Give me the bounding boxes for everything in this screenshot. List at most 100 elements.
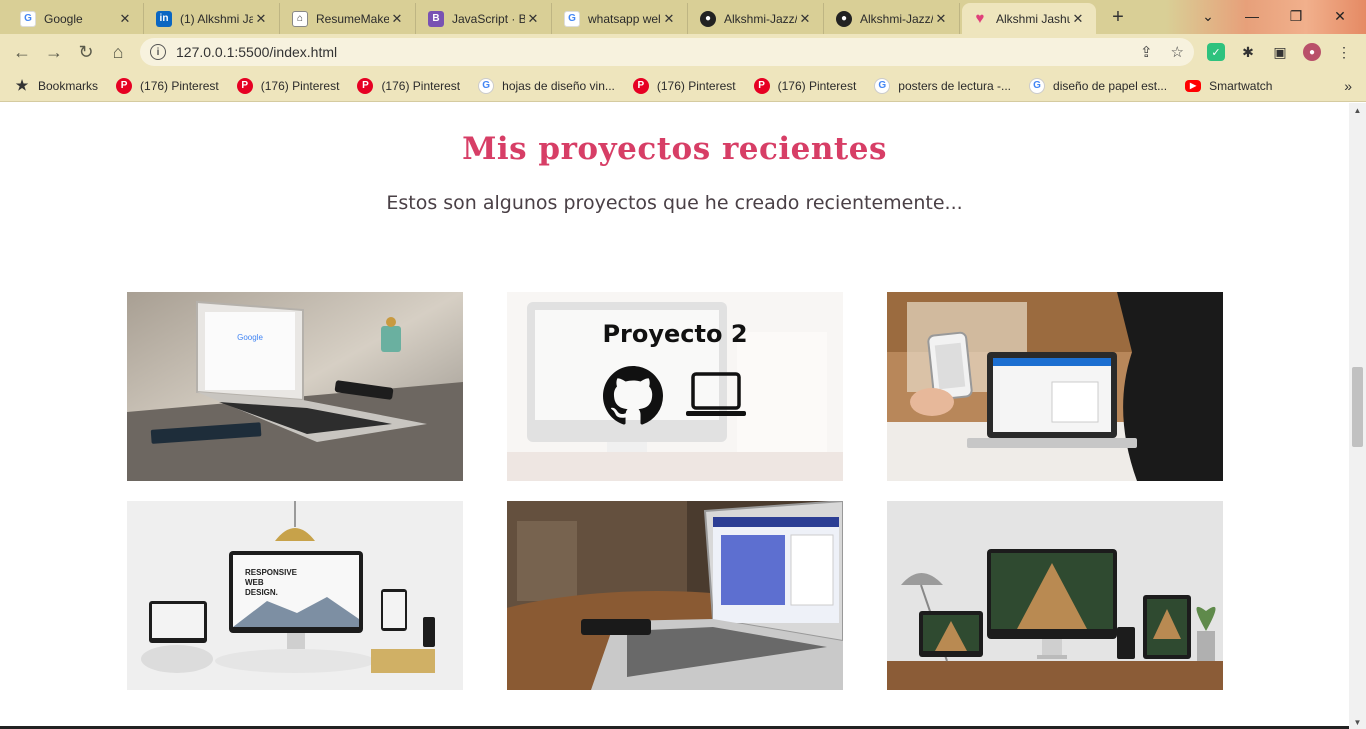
google-icon: G (1029, 77, 1046, 94)
puzzle-icon[interactable]: ✱ (1239, 43, 1257, 61)
bookmark-item[interactable]: P (176) Pinterest (236, 77, 340, 94)
tab-whatsapp-search[interactable]: G whatsapp wel ✕ (554, 3, 688, 34)
tab-portfolio-active[interactable]: ♥ Alkshmi Jashu ✕ (962, 3, 1096, 34)
close-icon[interactable]: ✕ (389, 11, 405, 27)
tab-title: ResumeMake (316, 11, 389, 26)
star-icon: ★ (15, 77, 29, 93)
project-card[interactable] (887, 292, 1223, 481)
pinterest-icon: P (632, 77, 649, 94)
bookmark-item[interactable]: G hojas de diseño vin... (478, 77, 615, 94)
project-card[interactable] (507, 501, 843, 690)
laptop-icon[interactable] (685, 371, 747, 421)
close-icon[interactable]: ✕ (253, 11, 269, 27)
bookmark-label: hojas de diseño vin... (502, 78, 615, 93)
tab-search-chevron-icon[interactable]: ⌄ (1186, 4, 1230, 28)
bookmarks-overflow-icon[interactable]: » (1344, 78, 1352, 94)
project-image-laptop-desk: Google (127, 292, 463, 481)
project-image-architecture-devices (887, 501, 1223, 690)
bookmark-item[interactable]: P (176) Pinterest (632, 77, 736, 94)
svg-text:WEB: WEB (245, 578, 264, 587)
share-icon[interactable]: ⇪ (1140, 43, 1153, 61)
google-icon: G (20, 10, 36, 27)
project-card[interactable]: RESPONSIVE WEB DESIGN. (127, 501, 463, 690)
bookmark-label: (176) Pinterest (381, 78, 461, 93)
site-info-icon[interactable]: i (150, 44, 166, 60)
close-icon[interactable]: ✕ (933, 11, 949, 27)
tab-strip: G Google ✕ in (1) Alkshmi Ja ✕ ⌂ ResumeM… (0, 0, 1366, 34)
close-icon[interactable]: ✕ (117, 11, 133, 27)
svg-text:DESIGN.: DESIGN. (245, 588, 278, 597)
forward-arrow-icon[interactable]: → (42, 40, 66, 64)
tab-title: Alkshmi-Jazz/ (860, 11, 933, 26)
pinterest-icon: P (357, 77, 374, 94)
linkedin-icon: in (156, 10, 172, 27)
project-hover-overlay: Proyecto 2 (507, 292, 843, 481)
bootstrap-icon: B (428, 10, 444, 27)
tab-title: (1) Alkshmi Ja (180, 11, 253, 26)
tab-title: Alkshmi-Jazz/ (724, 11, 797, 26)
youtube-icon: ▶ (1185, 79, 1202, 92)
tab-title: Google (44, 11, 83, 26)
project-image-responsive-devices: RESPONSIVE WEB DESIGN. (127, 501, 463, 690)
bookmark-label: (176) Pinterest (656, 78, 736, 93)
bookmark-label: Smartwatch (1209, 78, 1273, 93)
menu-kebab-icon[interactable]: ⋮ (1335, 43, 1353, 61)
project-title: Proyecto 2 (602, 319, 748, 348)
bookmark-item[interactable]: ▶ Smartwatch (1185, 79, 1272, 93)
scrollbar-thumb[interactable] (1352, 367, 1363, 447)
back-arrow-icon[interactable]: ← (10, 40, 34, 64)
bookmark-item[interactable]: G posters de lectura -... (874, 77, 1012, 94)
project-card[interactable] (887, 501, 1223, 690)
bookmark-item[interactable]: G diseño de papel est... (1029, 77, 1168, 94)
browser-toolbar: ← → ↻ ⌂ i 127.0.0.1:5500/index.html ⇪ ☆ … (0, 34, 1366, 70)
bookmark-label: diseño de papel est... (1053, 78, 1168, 93)
github-icon: ● (700, 10, 716, 27)
page-scrollbar[interactable]: ▲ ▼ (1349, 103, 1366, 729)
google-icon: G (874, 77, 891, 94)
bookmark-label: posters de lectura -... (898, 78, 1012, 93)
tab-bootstrap[interactable]: B JavaScript · Bo ✕ (418, 3, 552, 34)
bookmark-item[interactable]: ★ Bookmarks (14, 77, 99, 94)
pinterest-icon: P (236, 77, 253, 94)
new-tab-button[interactable]: + (1104, 5, 1132, 29)
close-icon[interactable]: ✕ (661, 11, 677, 27)
section-title: Mis proyectos recientes (462, 131, 887, 167)
bookmark-item[interactable]: P (176) Pinterest (116, 77, 219, 94)
home-icon[interactable]: ⌂ (106, 40, 130, 64)
extension-icon[interactable]: ✓ (1207, 43, 1225, 61)
github-icon[interactable] (603, 365, 663, 426)
bookmark-label: (176) Pinterest (260, 78, 340, 93)
bookmark-label: Bookmarks (38, 78, 99, 93)
project-card[interactable]: Google (127, 292, 463, 481)
section-subtitle: Estos son algunos proyectos que he cread… (386, 192, 963, 214)
url-text[interactable]: 127.0.0.1:5500/index.html (176, 44, 337, 60)
bookmark-label: (176) Pinterest (777, 78, 857, 93)
scroll-down-arrow-icon[interactable]: ▼ (1349, 715, 1366, 729)
profile-avatar[interactable]: ● (1303, 43, 1321, 61)
google-icon: G (564, 10, 580, 27)
restore-icon[interactable]: ❐ (1274, 4, 1318, 28)
tab-title: JavaScript · Bo (452, 11, 525, 26)
minimize-icon[interactable]: — (1230, 4, 1274, 28)
address-bar[interactable]: i 127.0.0.1:5500/index.html ⇪ ☆ (140, 38, 1194, 66)
heart-icon: ♥ (975, 10, 985, 27)
close-icon[interactable]: ✕ (1070, 11, 1086, 27)
reload-icon[interactable]: ↻ (74, 40, 98, 64)
tab-github-2[interactable]: ● Alkshmi-Jazz/ ✕ (826, 3, 960, 34)
bookmark-item[interactable]: P (176) Pinterest (357, 77, 461, 94)
tab-linkedin[interactable]: in (1) Alkshmi Ja ✕ (146, 3, 280, 34)
resume-icon: ⌂ (292, 10, 308, 27)
pinterest-icon: P (753, 77, 770, 94)
close-icon[interactable]: ✕ (797, 11, 813, 27)
tab-resumemaker[interactable]: ⌂ ResumeMake ✕ (282, 3, 416, 34)
tab-google[interactable]: G Google ✕ (10, 3, 144, 34)
tab-github-1[interactable]: ● Alkshmi-Jazz/ ✕ (690, 3, 824, 34)
close-window-icon[interactable]: ✕ (1318, 4, 1362, 28)
bookmark-star-icon[interactable]: ☆ (1171, 43, 1184, 61)
svg-text:RESPONSIVE: RESPONSIVE (245, 568, 298, 577)
project-card-hovered[interactable]: Proyecto 2 (507, 292, 843, 481)
scroll-up-arrow-icon[interactable]: ▲ (1349, 103, 1366, 117)
bookmark-item[interactable]: P (176) Pinterest (753, 77, 857, 94)
close-icon[interactable]: ✕ (525, 11, 541, 27)
side-panel-icon[interactable]: ▣ (1271, 43, 1289, 61)
